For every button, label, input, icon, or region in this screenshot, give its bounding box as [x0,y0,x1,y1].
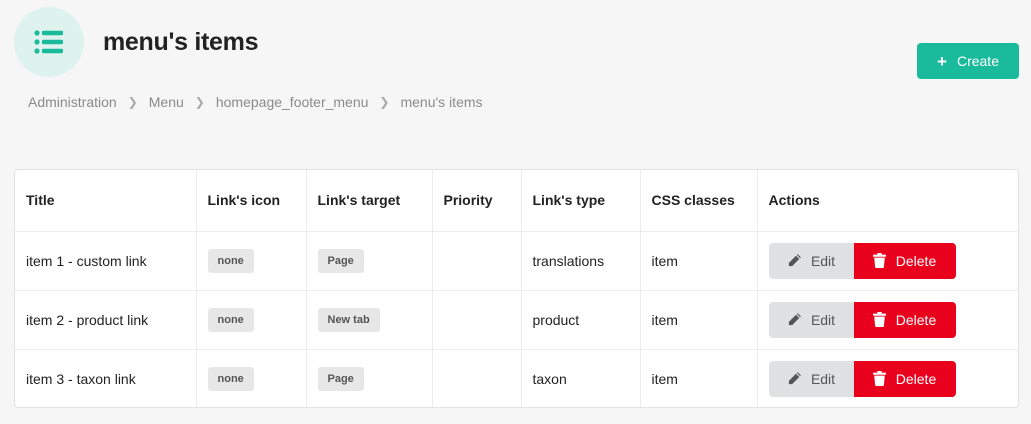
table-row: item 2 - product link none New tab produ… [15,290,1018,350]
page-title: menu's items [103,28,259,56]
delete-button[interactable]: Delete [853,301,956,338]
target-label: Page [317,366,364,391]
row-actions: Edit Delete [768,360,1008,397]
edit-button[interactable]: Edit [768,301,854,338]
column-header-css-classes: CSS classes [640,170,758,232]
row-actions: Edit Delete [768,242,1008,279]
create-button[interactable]: + Create [917,43,1019,79]
column-header-actions: Actions [757,170,1018,232]
plus-icon: + [937,51,947,71]
breadcrumb: Administration ❯ Menu ❯ homepage_footer_… [28,94,483,110]
breadcrumb-homepage-footer-menu[interactable]: homepage_footer_menu [216,94,369,110]
pencil-icon [788,372,801,385]
chevron-right-icon: ❯ [194,95,205,109]
trash-icon [872,371,886,387]
chevron-right-icon: ❯ [127,95,138,109]
row-actions: Edit Delete [768,301,1008,338]
delete-button-label: Delete [895,311,937,328]
icon-label: none [207,366,254,391]
target-label: New tab [317,307,380,332]
column-header-links-target: Link's target [306,170,433,232]
cell-title: item 3 - taxon link [15,349,197,407]
menu-items-table: Title Link's icon Link's target Priority… [14,169,1019,408]
cell-link-type: taxon [521,349,641,407]
cell-css-classes: item [640,231,758,291]
edit-button-label: Edit [810,370,836,387]
cell-priority [432,349,522,407]
delete-button[interactable]: Delete [853,360,956,397]
list-icon [34,30,63,54]
icon-label: none [207,307,254,332]
table-row: item 1 - custom link none Page translati… [15,231,1018,291]
table-row: item 3 - taxon link none Page taxon item… [15,349,1018,407]
column-header-priority[interactable]: Priority [432,170,522,232]
breadcrumb-administration[interactable]: Administration [28,94,117,110]
create-button-label: Create [956,53,999,69]
column-header-title[interactable]: Title [15,170,197,232]
target-label: Page [317,248,364,273]
column-header-links-icon: Link's icon [196,170,307,232]
chevron-right-icon: ❯ [379,95,390,109]
pencil-icon [788,254,801,267]
edit-button-label: Edit [810,311,836,328]
delete-button[interactable]: Delete [853,242,956,279]
delete-button-label: Delete [895,252,937,269]
page-header-icon [14,7,84,77]
cell-link-type: product [521,290,641,350]
cell-css-classes: item [640,349,758,407]
breadcrumb-current: menu's items [400,94,483,110]
trash-icon [872,312,886,327]
cell-title: item 2 - product link [15,290,197,350]
pencil-icon [788,313,801,326]
cell-css-classes: item [640,290,758,350]
edit-button[interactable]: Edit [768,242,854,279]
cell-priority [432,231,522,291]
breadcrumb-menu[interactable]: Menu [149,94,184,110]
cell-link-type: translations [521,231,641,291]
column-header-links-type: Link's type [521,170,641,232]
cell-priority [432,290,522,350]
delete-button-label: Delete [895,370,937,387]
trash-icon [872,253,886,268]
icon-label: none [207,248,254,273]
table-header-row: Title Link's icon Link's target Priority… [15,170,1018,232]
edit-button[interactable]: Edit [768,360,854,397]
edit-button-label: Edit [810,252,836,269]
cell-title: item 1 - custom link [15,231,197,291]
